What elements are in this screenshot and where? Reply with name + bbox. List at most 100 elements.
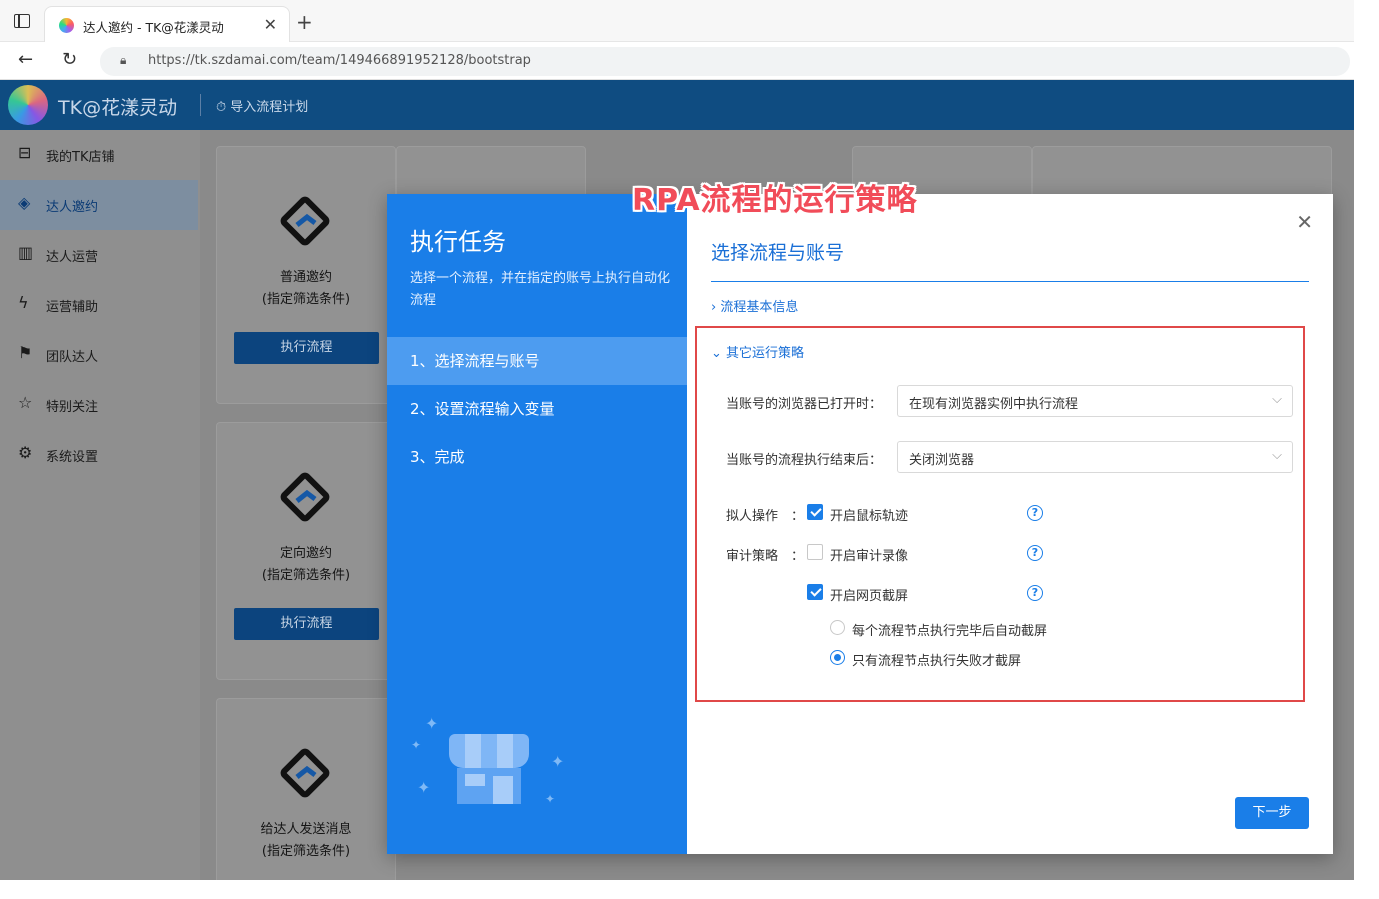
- refresh-icon[interactable]: ↻: [62, 49, 77, 70]
- lightning-icon: ϟ: [18, 293, 29, 312]
- card-title: 定向邀约: [279, 546, 332, 561]
- side-title: 执行任务: [410, 228, 506, 256]
- fail-only-label: 只有流程节点执行失败才截屏: [852, 654, 1022, 669]
- run-flow-button[interactable]: 执行流程: [234, 608, 379, 640]
- browser-open-label: 当账号的浏览器已打开时：: [726, 397, 883, 412]
- handshake-icon: [280, 196, 330, 246]
- import-plan-label: 导入流程计划: [230, 100, 309, 115]
- sidebar: ⊟ 我的TK店铺 ◈ 达人邀约 ▥ 达人运营 ϟ 运营辅助 ⚑ 团队达人 ☆ 特别关注 ⚙ 系统设置: [0, 130, 200, 880]
- sidebar-item-label: 团队达人: [46, 350, 99, 365]
- every-node-radio[interactable]: [830, 620, 845, 635]
- after-finish-select[interactable]: 关闭浏览器 ⌵: [897, 441, 1293, 473]
- header-divider: [200, 94, 201, 116]
- sidebar-item[interactable]: ϟ 运营辅助: [0, 280, 198, 330]
- sidebar-item[interactable]: ⚙ 系统设置: [0, 430, 198, 480]
- close-dialog-icon[interactable]: ✕: [1296, 210, 1313, 234]
- collapse-label: 流程基本信息: [720, 300, 799, 315]
- dialog-main-panel: ✕ 选择流程与账号 › 流程基本信息 ⌄ 其它运行策略 当账号的浏览器已打开时：…: [687, 194, 1333, 854]
- new-tab-icon[interactable]: +: [296, 10, 313, 34]
- sparkle-icon: ✦: [417, 778, 431, 797]
- gear-icon: ⚙: [18, 443, 33, 462]
- browser-tab[interactable]: 达人邀约 - TK@花漾灵动 ✕: [44, 6, 290, 42]
- back-icon[interactable]: ←: [18, 49, 33, 70]
- fail-only-radio[interactable]: [830, 650, 845, 665]
- url-text[interactable]: https://tk.szdamai.com/team/149466891952…: [148, 53, 531, 68]
- browser-open-select[interactable]: 在现有浏览器实例中执行流程 ⌵: [897, 385, 1293, 417]
- card-title: 给达人发送消息: [260, 822, 352, 837]
- favicon-icon: [59, 18, 74, 33]
- sidebar-item[interactable]: ▥ 达人运营: [0, 230, 198, 280]
- sidebar-item-label: 达人运营: [46, 250, 99, 265]
- timer-icon: ⏱: [216, 100, 231, 115]
- star-icon: ☆: [18, 393, 33, 412]
- sparkle-icon: ✦: [545, 792, 556, 806]
- dialog-title: 选择流程与账号: [711, 242, 845, 264]
- wizard-step[interactable]: 1、选择流程与账号: [387, 337, 687, 385]
- audit-label: 审计策略: [726, 549, 779, 564]
- chevron-down-icon: ⌵: [1272, 448, 1282, 463]
- lock-icon: 🔒︎: [120, 53, 127, 67]
- sidebar-item[interactable]: ☆ 特别关注: [0, 380, 198, 430]
- sidebar-item[interactable]: ◈ 达人邀约: [0, 180, 198, 230]
- app-header: TK@花漾灵动 ⏱ 导入流程计划: [0, 80, 1354, 130]
- sidebar-item-label: 特别关注: [46, 400, 99, 415]
- shop-illustration-icon: [449, 734, 529, 806]
- address-toolbar: ← ↻ 🔒︎ https://tk.szdamai.com/team/14946…: [0, 42, 1354, 80]
- import-plan-link[interactable]: ⏱ 导入流程计划: [216, 96, 308, 115]
- tab-title: 达人邀约 - TK@花漾灵动: [83, 20, 224, 35]
- help-icon[interactable]: ?: [1027, 585, 1043, 601]
- sidebar-item[interactable]: ⚑ 团队达人: [0, 330, 198, 380]
- chevron-right-icon: ›: [711, 300, 717, 315]
- highlight-box: [695, 326, 1305, 702]
- title-underline: [711, 281, 1309, 282]
- sidebar-item[interactable]: ⊟ 我的TK店铺: [0, 130, 198, 180]
- card-targeted-invite: 定向邀约 (指定筛选条件) 执行流程: [216, 422, 396, 680]
- mouse-track-checkbox[interactable]: [807, 504, 823, 520]
- tab-actions-icon[interactable]: [14, 14, 30, 28]
- mouse-track-label: 开启鼠标轨迹: [830, 509, 909, 524]
- collapse-label: 其它运行策略: [726, 346, 805, 361]
- every-node-label: 每个流程节点执行完毕后自动截屏: [852, 624, 1048, 639]
- card-subtitle: (指定筛选条件): [261, 844, 351, 859]
- basic-info-collapse[interactable]: › 流程基本信息: [711, 296, 798, 315]
- humanlike-label: 拟人操作: [726, 509, 779, 524]
- card-subtitle: (指定筛选条件): [261, 568, 351, 583]
- annotation-label: RPA流程的运行策略: [632, 183, 918, 218]
- team-icon: ⚑: [18, 343, 33, 362]
- select-value: 在现有浏览器实例中执行流程: [909, 397, 1079, 412]
- help-icon[interactable]: ?: [1027, 505, 1043, 521]
- browser-window: 达人邀约 - TK@花漾灵动 ✕ + ← ↻ 🔒︎ https://tk.szd…: [0, 0, 1354, 880]
- sparkle-icon: ✦: [425, 714, 439, 733]
- sidebar-item-label: 达人邀约: [46, 200, 99, 215]
- sparkle-icon: ✦: [551, 752, 565, 771]
- audit-record-label: 开启审计录像: [830, 549, 909, 564]
- other-strategy-collapse[interactable]: ⌄ 其它运行策略: [711, 342, 804, 361]
- sidebar-item-label: 运营辅助: [46, 300, 99, 315]
- close-tab-icon[interactable]: ✕: [264, 15, 277, 34]
- chevron-down-icon: ⌵: [1272, 392, 1282, 407]
- run-flow-button[interactable]: 执行流程: [234, 332, 379, 364]
- logo-icon: [8, 85, 48, 125]
- screenshot-label: 开启网页截屏: [830, 589, 909, 604]
- card-invite: 普通邀约 (指定筛选条件) 执行流程: [216, 146, 396, 404]
- store-icon: ⊟: [18, 143, 32, 162]
- handshake-icon: ◈: [18, 193, 31, 212]
- after-finish-label: 当账号的流程执行结束后：: [726, 453, 883, 468]
- url-bar[interactable]: 🔒︎ https://tk.szdamai.com/team/149466891…: [100, 47, 1350, 76]
- card-send-message: 给达人发送消息 (指定筛选条件): [216, 698, 396, 880]
- sidebar-item-label: 系统设置: [46, 450, 99, 465]
- humanlike-colon: ：: [791, 509, 805, 524]
- wizard-step[interactable]: 2、设置流程输入变量: [387, 385, 687, 433]
- chevron-down-icon: ⌄: [711, 346, 722, 361]
- handshake-icon: [280, 748, 330, 798]
- wizard-step[interactable]: 3、完成: [387, 433, 687, 481]
- side-description: 选择一个流程，并在指定的账号上执行自动化流程: [410, 271, 671, 308]
- tab-strip: 达人邀约 - TK@花漾灵动 ✕ +: [0, 0, 1354, 42]
- audit-record-checkbox[interactable]: [807, 544, 823, 560]
- next-step-button[interactable]: 下一步: [1235, 797, 1309, 829]
- handshake-icon: [280, 472, 330, 522]
- help-icon[interactable]: ?: [1027, 545, 1043, 561]
- screenshot-checkbox[interactable]: [807, 584, 823, 600]
- select-value: 关闭浏览器: [909, 453, 975, 468]
- execute-task-dialog: 执行任务 选择一个流程，并在指定的账号上执行自动化流程 1、选择流程与账号 2、设…: [387, 194, 1333, 854]
